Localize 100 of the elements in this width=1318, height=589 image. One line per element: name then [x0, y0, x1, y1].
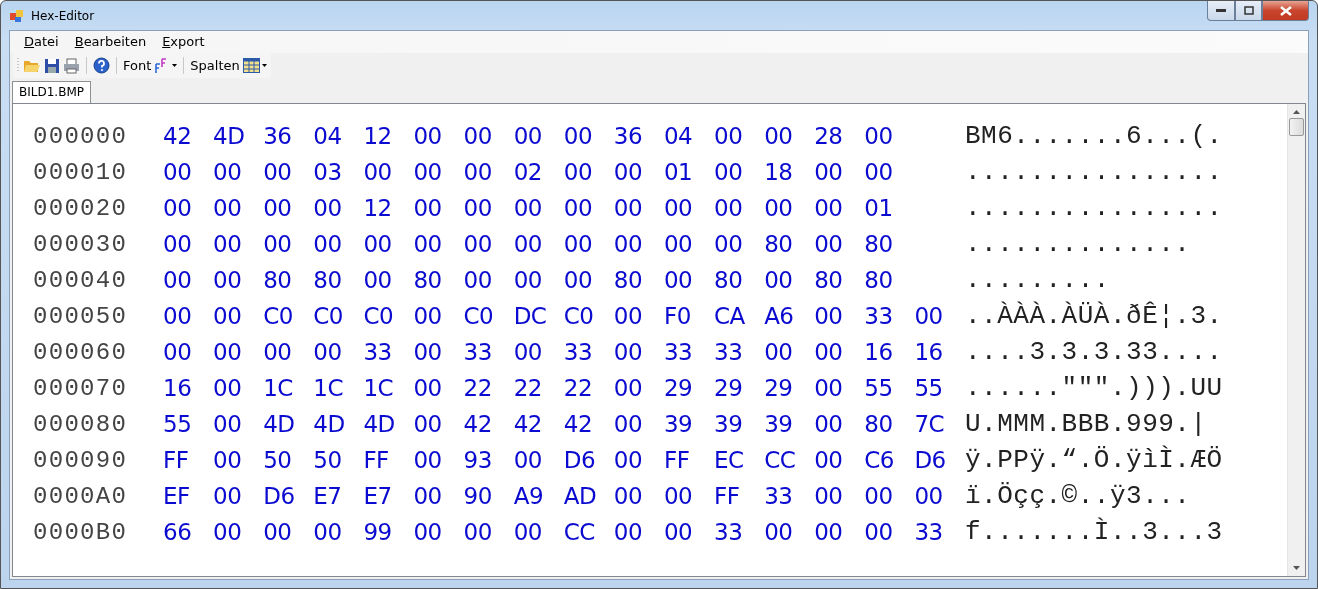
- hex-byte: 1C: [263, 375, 294, 401]
- hex-byte: 00: [663, 483, 694, 509]
- file-tab[interactable]: BILD1.BMP: [12, 81, 91, 103]
- hex-byte: 00: [814, 231, 844, 257]
- table-icon: [242, 58, 260, 73]
- hex-byte: 00: [663, 267, 694, 293]
- hex-byte: 16: [163, 375, 193, 401]
- minimize-icon: [1216, 8, 1226, 13]
- printer-icon[interactable]: [63, 57, 80, 74]
- hex-byte: 7C: [914, 411, 946, 437]
- hex-byte: 33: [714, 339, 744, 365]
- hex-byte: 00: [714, 195, 744, 221]
- hex-byte: 29: [764, 375, 794, 401]
- hex-byte: 00: [814, 375, 844, 401]
- hex-byte: 00: [613, 519, 644, 545]
- help-icon[interactable]: [93, 57, 110, 74]
- hex-byte: FF: [714, 483, 741, 509]
- hex-byte: 66: [163, 519, 193, 545]
- ascii-text: ................: [965, 157, 1223, 187]
- hex-byte: 00: [463, 519, 493, 545]
- hex-byte: 00: [814, 339, 844, 365]
- hex-byte: 00: [213, 375, 243, 401]
- hex-byte: 00: [263, 159, 293, 185]
- columns-dropdown[interactable]: [242, 58, 267, 73]
- hex-byte: 00: [163, 339, 193, 365]
- hex-byte: 04: [663, 123, 694, 149]
- hex-byte: EC: [714, 447, 745, 473]
- hex-byte: 00: [263, 519, 293, 545]
- scroll-down-icon[interactable]: [1293, 566, 1300, 570]
- close-button[interactable]: [1262, 1, 1309, 21]
- offset-label: 000060: [33, 338, 129, 366]
- hex-byte: 36: [613, 123, 644, 149]
- hex-byte: 00: [513, 339, 543, 365]
- hex-byte: 00: [864, 483, 894, 509]
- hex-byte: 4D: [263, 411, 296, 437]
- hex-byte: 00: [413, 483, 443, 509]
- hex-byte: 80: [764, 231, 794, 257]
- hex-byte: 00: [563, 123, 594, 149]
- hex-byte: 00: [213, 303, 243, 329]
- hex-byte: 12: [363, 123, 393, 149]
- caret-icon: [172, 64, 178, 67]
- hex-byte: 00: [213, 231, 243, 257]
- hex-byte: 00: [513, 519, 543, 545]
- hex-byte: 00: [213, 411, 243, 437]
- hex-byte: 00: [714, 123, 744, 149]
- hex-byte: 00: [463, 123, 493, 149]
- hex-byte: E7: [363, 483, 393, 509]
- hex-byte: 33: [864, 303, 894, 329]
- ascii-text: U.MMM.BBB.999.|: [965, 409, 1207, 439]
- hex-byte: 42: [563, 411, 594, 437]
- hex-byte: EF: [163, 483, 191, 509]
- save-icon[interactable]: [44, 57, 60, 74]
- hex-byte: 00: [413, 195, 443, 221]
- hex-byte: 29: [714, 375, 744, 401]
- hex-byte: 00: [764, 519, 794, 545]
- menu-item[interactable]: Datei: [16, 34, 67, 53]
- minimize-button[interactable]: [1207, 1, 1235, 21]
- hex-byte: 00: [463, 267, 493, 293]
- hex-byte: 93: [463, 447, 493, 473]
- hex-byte: 39: [714, 411, 744, 437]
- hex-byte: 1C: [363, 375, 395, 401]
- menu-item[interactable]: Bearbeiten: [66, 34, 155, 53]
- hex-byte: 00: [513, 267, 543, 293]
- hex-byte: 00: [764, 123, 794, 149]
- ascii-text: f.......Ì..3...3: [965, 517, 1223, 547]
- hex-byte: 00: [814, 483, 844, 509]
- hex-byte: C0: [463, 303, 495, 329]
- hex-byte: 80: [864, 411, 894, 437]
- hex-byte: 16: [864, 339, 894, 365]
- hex-byte: 00: [663, 231, 694, 257]
- hex-byte: 02: [513, 159, 543, 185]
- hex-byte: 36: [263, 123, 293, 149]
- hex-byte: CA: [714, 303, 746, 329]
- vertical-scrollbar[interactable]: [1287, 104, 1305, 576]
- hex-byte: 00: [163, 159, 193, 185]
- hex-byte: 99: [363, 519, 393, 545]
- hex-byte: 00: [914, 483, 944, 509]
- scroll-up-icon[interactable]: [1293, 110, 1300, 114]
- hex-byte: 03: [313, 159, 343, 185]
- hex-byte: 29: [663, 375, 694, 401]
- hex-byte: AD: [563, 483, 598, 509]
- hex-byte: 00: [413, 519, 443, 545]
- hex-byte: 00: [213, 195, 243, 221]
- hex-byte: D6: [263, 483, 296, 509]
- hex-byte: 00: [513, 231, 543, 257]
- hex-byte: 55: [864, 375, 894, 401]
- hex-byte: 00: [163, 231, 193, 257]
- hex-byte: 00: [864, 159, 894, 185]
- offset-label: 000020: [33, 194, 129, 222]
- scrollbar-thumb[interactable]: [1289, 118, 1304, 136]
- hex-byte: 00: [413, 375, 443, 401]
- hex-byte: 00: [814, 447, 844, 473]
- hex-byte: 42: [513, 411, 543, 437]
- columns-label: Spalten: [190, 58, 240, 73]
- hex-byte: 00: [213, 519, 243, 545]
- font-dropdown[interactable]: [154, 57, 178, 74]
- menu-item[interactable]: Export: [154, 34, 213, 53]
- maximize-button[interactable]: [1235, 1, 1262, 21]
- hex-byte: F0: [663, 303, 692, 329]
- hex-byte: 00: [613, 339, 644, 365]
